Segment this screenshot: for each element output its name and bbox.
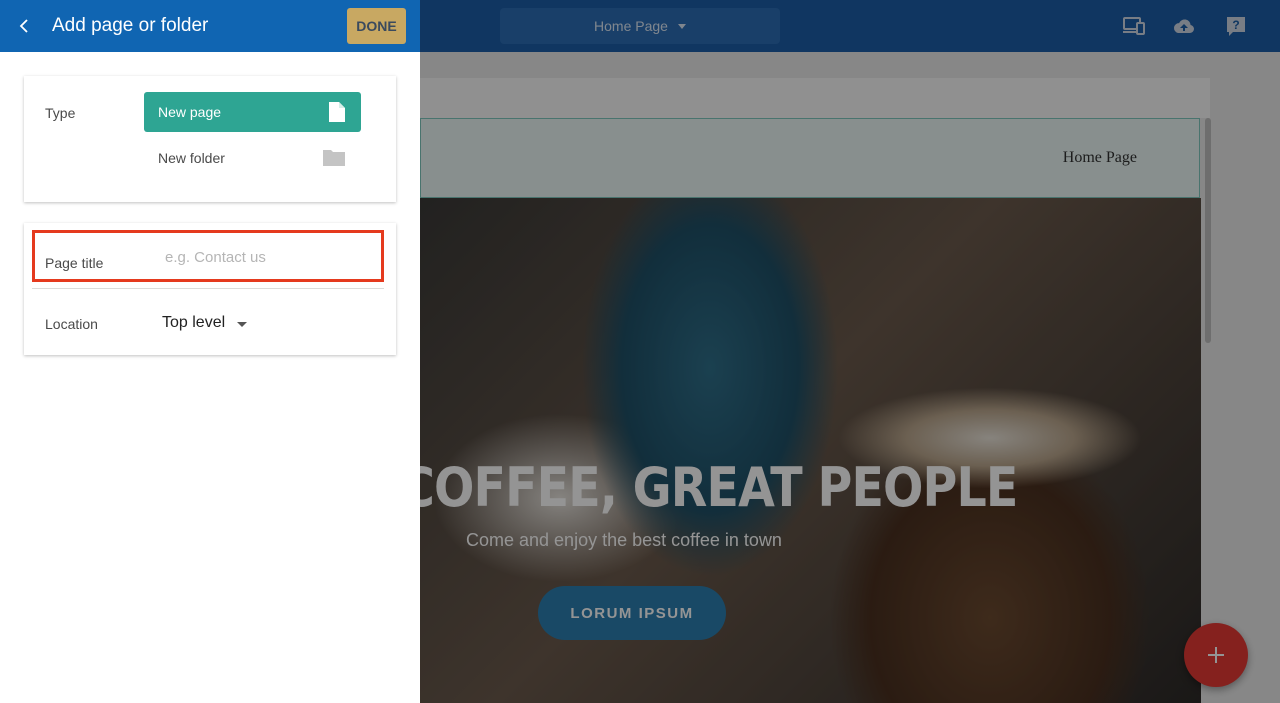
panel-title: Add page or folder xyxy=(52,15,209,36)
chevron-left-icon xyxy=(19,19,28,33)
new-folder-label: New folder xyxy=(158,150,225,166)
file-icon xyxy=(329,102,345,125)
page-title-label: Page title xyxy=(45,255,104,271)
page-title-input[interactable] xyxy=(165,245,375,269)
type-label: Type xyxy=(45,105,76,121)
location-select[interactable]: Top level xyxy=(162,312,248,334)
new-page-option[interactable]: New page xyxy=(144,92,361,132)
new-page-label: New page xyxy=(158,104,222,120)
page-details-card: Page title Location Top level xyxy=(24,223,396,355)
type-card: Type New page New folder xyxy=(24,76,396,202)
location-value: Top level xyxy=(162,314,226,331)
divider xyxy=(32,288,384,289)
back-button[interactable] xyxy=(12,14,36,38)
done-button[interactable]: DONE xyxy=(347,8,406,44)
new-folder-option[interactable]: New folder xyxy=(144,138,361,178)
location-label: Location xyxy=(45,316,98,332)
panel-header: Add page or folder DONE xyxy=(0,0,420,52)
modal-scrim[interactable] xyxy=(420,0,1280,703)
chevron-down-icon xyxy=(237,321,248,327)
add-page-panel: Add page or folder DONE Type New page Ne… xyxy=(0,0,420,703)
folder-icon xyxy=(323,148,345,169)
page-title-row: Page title xyxy=(32,230,384,282)
